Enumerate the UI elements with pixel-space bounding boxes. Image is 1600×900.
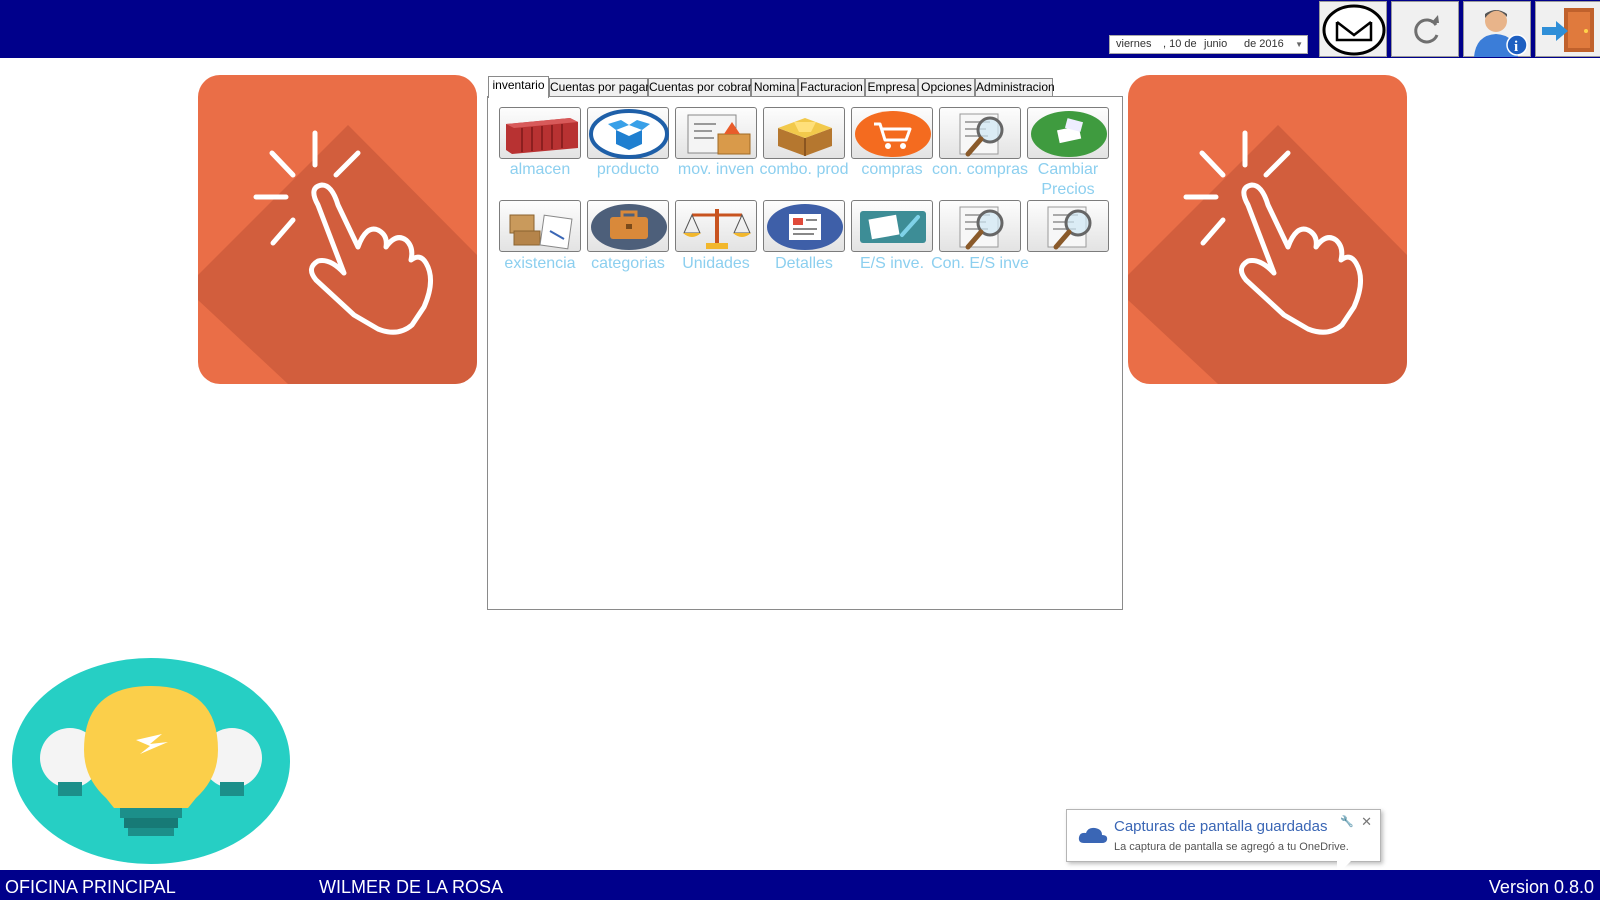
tab-opciones[interactable]: Opciones	[918, 78, 975, 97]
compras-button[interactable]	[851, 107, 933, 159]
magnifier-document-icon	[959, 206, 1004, 250]
user-info-icon: i	[1474, 10, 1528, 57]
open-box-icon	[589, 109, 669, 159]
search-report-button[interactable]	[1027, 200, 1109, 252]
exit-button[interactable]	[1535, 1, 1600, 57]
es-inve-button[interactable]	[851, 200, 933, 252]
pallet-icon	[509, 214, 573, 250]
producto-button[interactable]	[587, 107, 669, 159]
detalles-button[interactable]	[763, 200, 845, 252]
close-icon[interactable]: ✕	[1361, 814, 1372, 830]
almacen-button[interactable]	[499, 107, 581, 159]
cambiar-precios-button[interactable]	[1027, 107, 1109, 159]
categorias-label: categorias	[591, 255, 665, 272]
tab-empresa[interactable]: Empresa	[865, 78, 918, 97]
cambiar-precios-label-line2: Precios	[1041, 181, 1095, 198]
con-es-inve-button[interactable]	[939, 200, 1021, 252]
date-picker[interactable]: viernes , 10 de junio de 2016 ▼	[1109, 35, 1308, 54]
version-label: Version 0.8.0	[1488, 877, 1594, 897]
producto-label: producto	[596, 161, 660, 178]
date-weekday: viernes	[1116, 38, 1152, 50]
envelope-icon	[1322, 4, 1386, 56]
detalles-label: Detalles	[775, 255, 833, 272]
tap-hand-icon	[1128, 125, 1407, 384]
balance-scale-icon	[683, 209, 751, 249]
money-icon	[1031, 111, 1107, 157]
edit-card-icon	[860, 211, 926, 243]
chevron-down-icon[interactable]: ▼	[1295, 36, 1303, 53]
date-day: , 10 de	[1163, 38, 1197, 50]
cambiar-precios-label: Cambiar	[1037, 161, 1099, 178]
con-es-inve-label: Con. E/S inve	[931, 255, 1029, 272]
categorias-button[interactable]	[587, 200, 669, 252]
container-icon	[506, 118, 578, 154]
notification-body: La captura de pantalla se agregó a tu On…	[1114, 841, 1349, 853]
left-touch-tile[interactable]	[198, 75, 477, 384]
exit-door-icon	[1542, 8, 1594, 52]
refresh-icon	[1414, 15, 1439, 44]
tab-cuentas-por-pagar[interactable]: Cuentas por pagar	[549, 78, 649, 97]
mail-button[interactable]	[1319, 1, 1387, 57]
existencia-button[interactable]	[499, 200, 581, 252]
tab-administracion[interactable]: Administracion	[975, 78, 1055, 97]
mov-inven-button[interactable]	[675, 107, 757, 159]
briefcase-icon	[591, 204, 667, 250]
date-month: junio	[1204, 38, 1228, 50]
svg-text:i: i	[1514, 39, 1518, 55]
user-name-label: WILMER DE LA ROSA	[319, 877, 504, 897]
right-touch-tile[interactable]	[1128, 75, 1407, 384]
tab-cuentas-por-cobrar[interactable]: Cuentas por cobrar	[648, 78, 752, 97]
unidades-label: Unidades	[682, 255, 750, 272]
settings-wrench-icon[interactable]: 🔧	[1340, 815, 1354, 828]
date-year: de 2016	[1244, 38, 1284, 50]
almacen-label: almacen	[509, 161, 571, 178]
magnifier-document-icon	[959, 113, 1004, 157]
tab-nomina[interactable]: Nomina	[751, 78, 798, 97]
inventario-panel: almacen producto mov. inven combo. prod	[487, 96, 1123, 610]
cardboard-box-icon	[778, 118, 832, 156]
cloud-icon	[1078, 827, 1108, 843]
magnifier-document-icon	[1047, 206, 1092, 250]
mov-inven-label: mov. inven	[677, 161, 755, 178]
con-compras-button[interactable]	[939, 107, 1021, 159]
unidades-button[interactable]	[675, 200, 757, 252]
office-label: OFICINA PRINCIPAL	[5, 877, 176, 897]
user-info-button[interactable]: i	[1463, 1, 1531, 57]
detail-document-icon	[767, 204, 843, 250]
existencia-label: existencia	[504, 255, 576, 272]
tab-facturacion[interactable]: Facturacion	[798, 78, 865, 97]
combo-prod-label: combo. prod	[759, 161, 849, 178]
tab-inventario[interactable]: inventario	[488, 76, 549, 98]
top-bar: viernes , 10 de junio de 2016 ▼ i	[0, 0, 1600, 58]
notification-title: Capturas de pantalla guardadas	[1114, 818, 1328, 835]
onedrive-notification[interactable]: Capturas de pantalla guardadas La captur…	[1066, 809, 1381, 875]
shopping-cart-icon	[855, 111, 931, 157]
combo-prod-button[interactable]	[763, 107, 845, 159]
light-bulb-icon	[12, 658, 290, 864]
document-box-icon	[687, 114, 751, 155]
tap-hand-icon	[198, 125, 477, 384]
refresh-button[interactable]	[1391, 1, 1459, 57]
status-bar: OFICINA PRINCIPAL WILMER DE LA ROSA Vers…	[0, 870, 1600, 900]
